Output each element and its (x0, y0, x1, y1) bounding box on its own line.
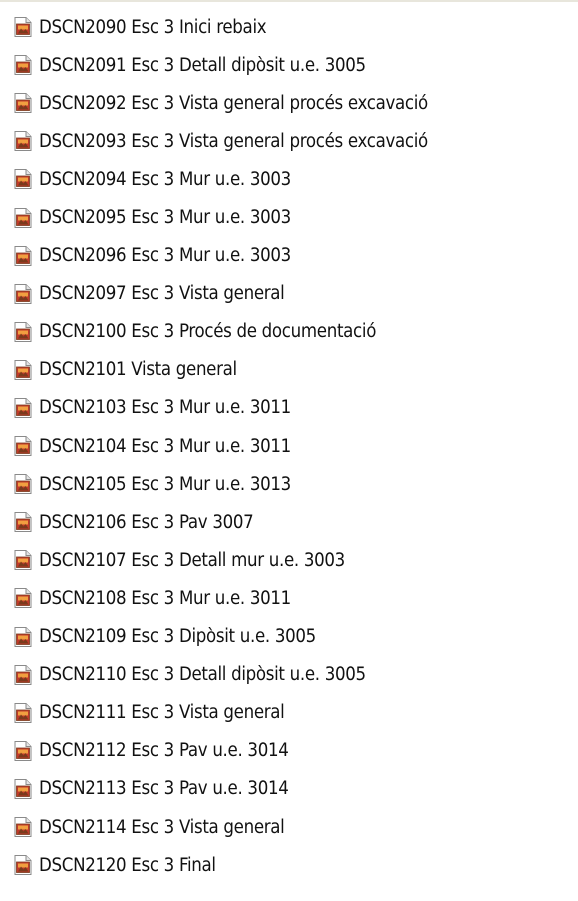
image-file-icon (12, 321, 34, 343)
file-name: DSCN2103 Esc 3 Mur u.e. 3011 (39, 397, 291, 419)
file-list-item[interactable]: DSCN2120 Esc 3 Final (0, 846, 578, 884)
image-file-icon (12, 397, 34, 419)
file-name: DSCN2111 Esc 3 Vista general (39, 702, 285, 724)
file-name: DSCN2110 Esc 3 Detall dipòsit u.e. 3005 (39, 664, 366, 686)
image-file-icon (12, 359, 34, 381)
file-name: DSCN2097 Esc 3 Vista general (39, 283, 285, 305)
file-list-item[interactable]: DSCN2107 Esc 3 Detall mur u.e. 3003 (0, 541, 578, 579)
image-file-icon (12, 854, 34, 876)
image-file-icon (12, 54, 34, 76)
file-name: DSCN2120 Esc 3 Final (39, 854, 216, 876)
file-list-item[interactable]: DSCN2091 Esc 3 Detall dipòsit u.e. 3005 (0, 46, 578, 84)
image-file-icon (12, 740, 34, 762)
file-name: DSCN2093 Esc 3 Vista general procés exca… (39, 130, 428, 152)
file-list-item[interactable]: DSCN2111 Esc 3 Vista general (0, 694, 578, 732)
file-list-item[interactable]: DSCN2106 Esc 3 Pav 3007 (0, 503, 578, 541)
file-name: DSCN2092 Esc 3 Vista general procés exca… (39, 92, 428, 114)
image-file-icon (12, 245, 34, 267)
file-list-item[interactable]: DSCN2092 Esc 3 Vista general procés exca… (0, 84, 578, 122)
file-list-item[interactable]: DSCN2095 Esc 3 Mur u.e. 3003 (0, 198, 578, 236)
file-list-item[interactable]: DSCN2100 Esc 3 Procés de documentació (0, 313, 578, 351)
file-name: DSCN2095 Esc 3 Mur u.e. 3003 (39, 207, 291, 229)
file-name: DSCN2096 Esc 3 Mur u.e. 3003 (39, 245, 291, 267)
file-name: DSCN2100 Esc 3 Procés de documentació (39, 321, 377, 343)
file-list-item[interactable]: DSCN2108 Esc 3 Mur u.e. 3011 (0, 579, 578, 617)
file-list-item[interactable]: DSCN2105 Esc 3 Mur u.e. 3013 (0, 465, 578, 503)
file-list-item[interactable]: DSCN2090 Esc 3 Inici rebaix (0, 8, 578, 46)
file-name: DSCN2108 Esc 3 Mur u.e. 3011 (39, 587, 291, 609)
file-name: DSCN2094 Esc 3 Mur u.e. 3003 (39, 168, 291, 190)
file-list-item[interactable]: DSCN2113 Esc 3 Pav u.e. 3014 (0, 770, 578, 808)
file-list-item[interactable]: DSCN2104 Esc 3 Mur u.e. 3011 (0, 427, 578, 465)
image-file-icon (12, 664, 34, 686)
file-name: DSCN2112 Esc 3 Pav u.e. 3014 (39, 740, 289, 762)
image-file-icon (12, 511, 34, 533)
image-file-icon (12, 702, 34, 724)
image-file-icon (12, 92, 34, 114)
file-list-item[interactable]: DSCN2112 Esc 3 Pav u.e. 3014 (0, 732, 578, 770)
file-list-item[interactable]: DSCN2097 Esc 3 Vista general (0, 275, 578, 313)
image-file-icon (12, 130, 34, 152)
file-name: DSCN2109 Esc 3 Dipòsit u.e. 3005 (39, 626, 316, 648)
image-file-icon (12, 435, 34, 457)
file-list-item[interactable]: DSCN2094 Esc 3 Mur u.e. 3003 (0, 160, 578, 198)
image-file-icon (12, 16, 34, 38)
file-list-item[interactable]: DSCN2109 Esc 3 Dipòsit u.e. 3005 (0, 618, 578, 656)
image-file-icon (12, 168, 34, 190)
file-list-item[interactable]: DSCN2093 Esc 3 Vista general procés exca… (0, 122, 578, 160)
image-file-icon (12, 816, 34, 838)
file-name: DSCN2091 Esc 3 Detall dipòsit u.e. 3005 (39, 54, 366, 76)
file-list-item[interactable]: DSCN2103 Esc 3 Mur u.e. 3011 (0, 389, 578, 427)
file-list-item[interactable]: DSCN2096 Esc 3 Mur u.e. 3003 (0, 237, 578, 275)
file-name: DSCN2090 Esc 3 Inici rebaix (39, 16, 267, 38)
file-list-item[interactable]: DSCN2101 Vista general (0, 351, 578, 389)
image-file-icon (12, 473, 34, 495)
image-file-icon (12, 207, 34, 229)
file-name: DSCN2101 Vista general (39, 359, 237, 381)
file-name: DSCN2107 Esc 3 Detall mur u.e. 3003 (39, 549, 345, 571)
file-name: DSCN2106 Esc 3 Pav 3007 (39, 511, 254, 533)
file-list-item[interactable]: DSCN2110 Esc 3 Detall dipòsit u.e. 3005 (0, 656, 578, 694)
file-name: DSCN2104 Esc 3 Mur u.e. 3011 (39, 435, 291, 457)
file-name: DSCN2114 Esc 3 Vista general (39, 816, 285, 838)
file-list: DSCN2090 Esc 3 Inici rebaix DSCN2091 Esc… (0, 0, 578, 901)
image-file-icon (12, 549, 34, 571)
file-list-item[interactable]: DSCN2114 Esc 3 Vista general (0, 808, 578, 846)
file-name: DSCN2113 Esc 3 Pav u.e. 3014 (39, 778, 289, 800)
image-file-icon (12, 283, 34, 305)
image-file-icon (12, 778, 34, 800)
file-name: DSCN2105 Esc 3 Mur u.e. 3013 (39, 473, 291, 495)
image-file-icon (12, 626, 34, 648)
image-file-icon (12, 587, 34, 609)
